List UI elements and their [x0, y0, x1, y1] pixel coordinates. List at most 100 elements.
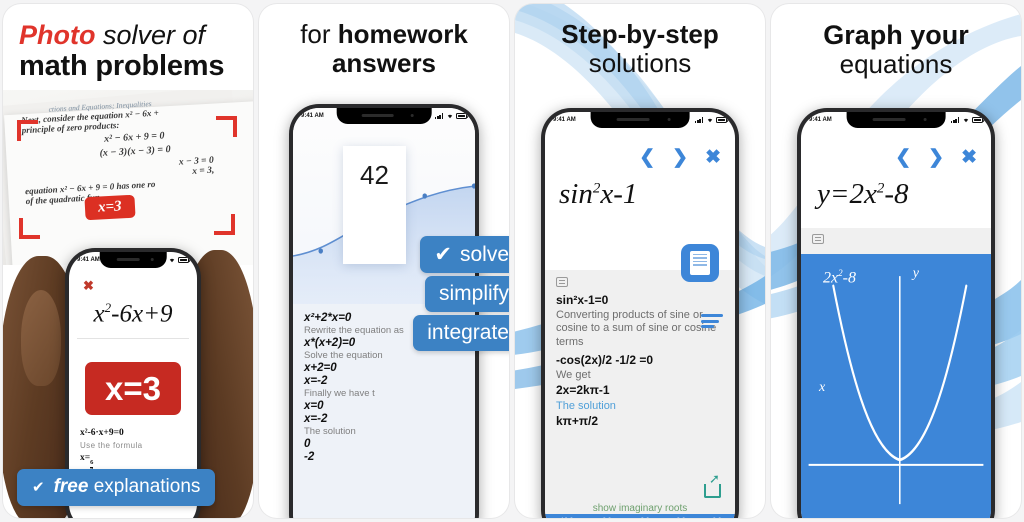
free-explanations-banner: ✔ free explanations — [17, 469, 216, 506]
phone-notch — [99, 252, 167, 268]
step-equation: x=0 — [304, 400, 324, 412]
axis-tick: 6.0 — [712, 517, 721, 518]
step-fraction: -cos(2x)/2 -1/2 =0 — [556, 353, 654, 368]
answer-box: x=3 — [85, 362, 181, 415]
battery-icon — [456, 113, 469, 119]
current-equation: sin2x-1 — [559, 178, 638, 210]
close-icon[interactable]: ✖ — [83, 278, 94, 294]
status-time: 9:41 AM — [553, 117, 576, 123]
axis-tick: -10.0 — [558, 517, 573, 518]
headline-line-2: solutions — [588, 48, 692, 79]
axis-tick: -6.0 — [600, 517, 611, 518]
headline-line-1: Photo solver of — [19, 20, 245, 50]
axis-tick: -2.0 — [638, 517, 649, 518]
scan-corner-top-right — [216, 116, 237, 137]
keyboard-bar — [801, 228, 991, 254]
step-equation: sin²x-1=0 — [556, 293, 609, 307]
status-time: 9:41 AM — [301, 113, 324, 119]
step-note: Use the formula — [80, 441, 143, 450]
textbook-answer-chip: x=3 — [84, 194, 136, 221]
plot-equation-label: 2x2-8 — [823, 268, 856, 287]
battery-icon — [972, 117, 985, 123]
keyboard-icon[interactable] — [812, 234, 824, 244]
headline-line-2: math problems — [19, 50, 225, 83]
step-navigation[interactable]: ❮ ❯ ✖ — [639, 146, 721, 169]
prev-step-icon[interactable]: ❮ — [895, 146, 911, 169]
document-icon[interactable] — [681, 244, 719, 282]
next-step-icon[interactable]: ❯ — [672, 146, 688, 169]
menu-icon[interactable] — [701, 314, 723, 331]
x-axis-ruler[interactable]: -10.0 -6.0 -2.0 2.0 6.0 — [545, 514, 735, 518]
final-solution: kπ+π/2 — [556, 413, 599, 428]
pill-label: simplify — [438, 282, 509, 305]
check-icon: ✔ — [32, 479, 45, 496]
textbook-text: ctions and Equations; Inequalities Next,… — [20, 94, 249, 206]
panel-step-by-step[interactable]: Step-by-step solutions 9:41 AM ❮ ❯ ✖ sin… — [515, 4, 765, 518]
pill-solve[interactable]: ✔ solve — [420, 236, 509, 273]
close-icon[interactable]: ✖ — [705, 146, 721, 169]
step-equation: x=-2 — [304, 375, 328, 387]
pill-simplify[interactable]: simplify — [424, 276, 509, 312]
scan-corner-top-left — [17, 120, 38, 141]
wifi-icon — [169, 258, 174, 263]
step-equation: 0 — [304, 438, 311, 450]
signal-icon — [435, 113, 443, 119]
signal-icon — [695, 117, 703, 123]
battery-icon — [178, 257, 191, 263]
app-screenshot-gallery: ctions and Equations; Inequalities Next,… — [0, 0, 1024, 522]
signal-icon — [951, 117, 959, 123]
wifi-icon — [963, 118, 968, 123]
step-navigation[interactable]: ❮ ❯ ✖ — [895, 146, 977, 169]
headline-emphasis: Photo — [19, 20, 96, 50]
step-equation: x²-6·x+9=0 — [80, 428, 124, 438]
step-equation: 2x=2kπ-1 — [556, 382, 610, 397]
parabola-svg — [808, 276, 984, 505]
next-step-icon[interactable]: ❯ — [928, 146, 944, 169]
prev-step-icon[interactable]: ❮ — [639, 146, 655, 169]
current-equation: y=2x2-8 — [817, 178, 909, 210]
step-equation: -2 — [304, 451, 315, 463]
pill-label: integrate — [427, 321, 509, 344]
feature-pill-stack: ✔ solve simplify integrate — [413, 236, 509, 354]
solution-panel-3: sin²x-1=0 Converting products of sine or… — [545, 270, 735, 518]
step-note: The solution — [304, 426, 356, 437]
step-note: We get — [556, 369, 591, 382]
thumb — [21, 290, 61, 386]
status-time: 9:41 AM — [809, 117, 832, 123]
banner-emphasis: free — [53, 476, 89, 497]
close-icon[interactable]: ✖ — [961, 146, 977, 169]
panel-photo-solver[interactable]: ctions and Equations; Inequalities Next,… — [3, 4, 253, 518]
pill-integrate[interactable]: integrate — [413, 315, 509, 351]
chart-value-card: 42 — [343, 146, 406, 264]
scan-corner-bottom-left — [19, 218, 40, 239]
share-icon[interactable] — [704, 472, 721, 498]
axis-label-x: x — [819, 380, 826, 395]
panel-1-headline: Photo solver of math problems — [3, 4, 253, 83]
wifi-icon — [447, 114, 452, 119]
axis-label-y: y — [912, 266, 919, 281]
panel-homework-answers[interactable]: for homework answers 9:41 AM 42 x²+2*x=0… — [259, 4, 509, 518]
phone-mockup-4: 9:41 AM ❮ ❯ ✖ y=2x2-8 2x2-8 x y — [797, 108, 995, 518]
status-time: 9:41 AM — [77, 257, 100, 263]
scan-corner-bottom-right — [214, 214, 235, 235]
headline-rest: solver of — [95, 20, 206, 50]
banner-rest: explanations — [93, 476, 201, 497]
scanned-equation: x2-6x+9 — [93, 300, 173, 328]
show-imaginary-roots-link[interactable]: show imaginary roots — [545, 503, 735, 514]
phone-notch — [846, 112, 946, 128]
step-note: Finally we have t — [304, 388, 375, 399]
divider — [77, 338, 189, 339]
headline-line-2: equations — [839, 49, 953, 80]
panel-2-headline: for homework answers — [259, 4, 509, 78]
phone-notch — [590, 112, 690, 128]
battery-icon — [716, 117, 729, 123]
phone-mockup-3: 9:41 AM ❮ ❯ ✖ sin2x-1 sin²x-1=0 Converti… — [541, 108, 739, 518]
graph-plot[interactable]: 2x2-8 x y — [801, 254, 991, 518]
panel-graph-equations[interactable]: Graph your equations 9:41 AM ❮ ❯ ✖ y=2x2… — [771, 4, 1021, 518]
keyboard-icon[interactable] — [556, 277, 568, 287]
check-icon: ✔ — [434, 243, 452, 266]
step-equation: x=-2 — [304, 413, 328, 425]
panel-4-headline: Graph your equations — [771, 4, 1021, 79]
panel-3-headline: Step-by-step solutions — [515, 4, 765, 78]
headline-line-1: Graph your — [823, 20, 969, 50]
